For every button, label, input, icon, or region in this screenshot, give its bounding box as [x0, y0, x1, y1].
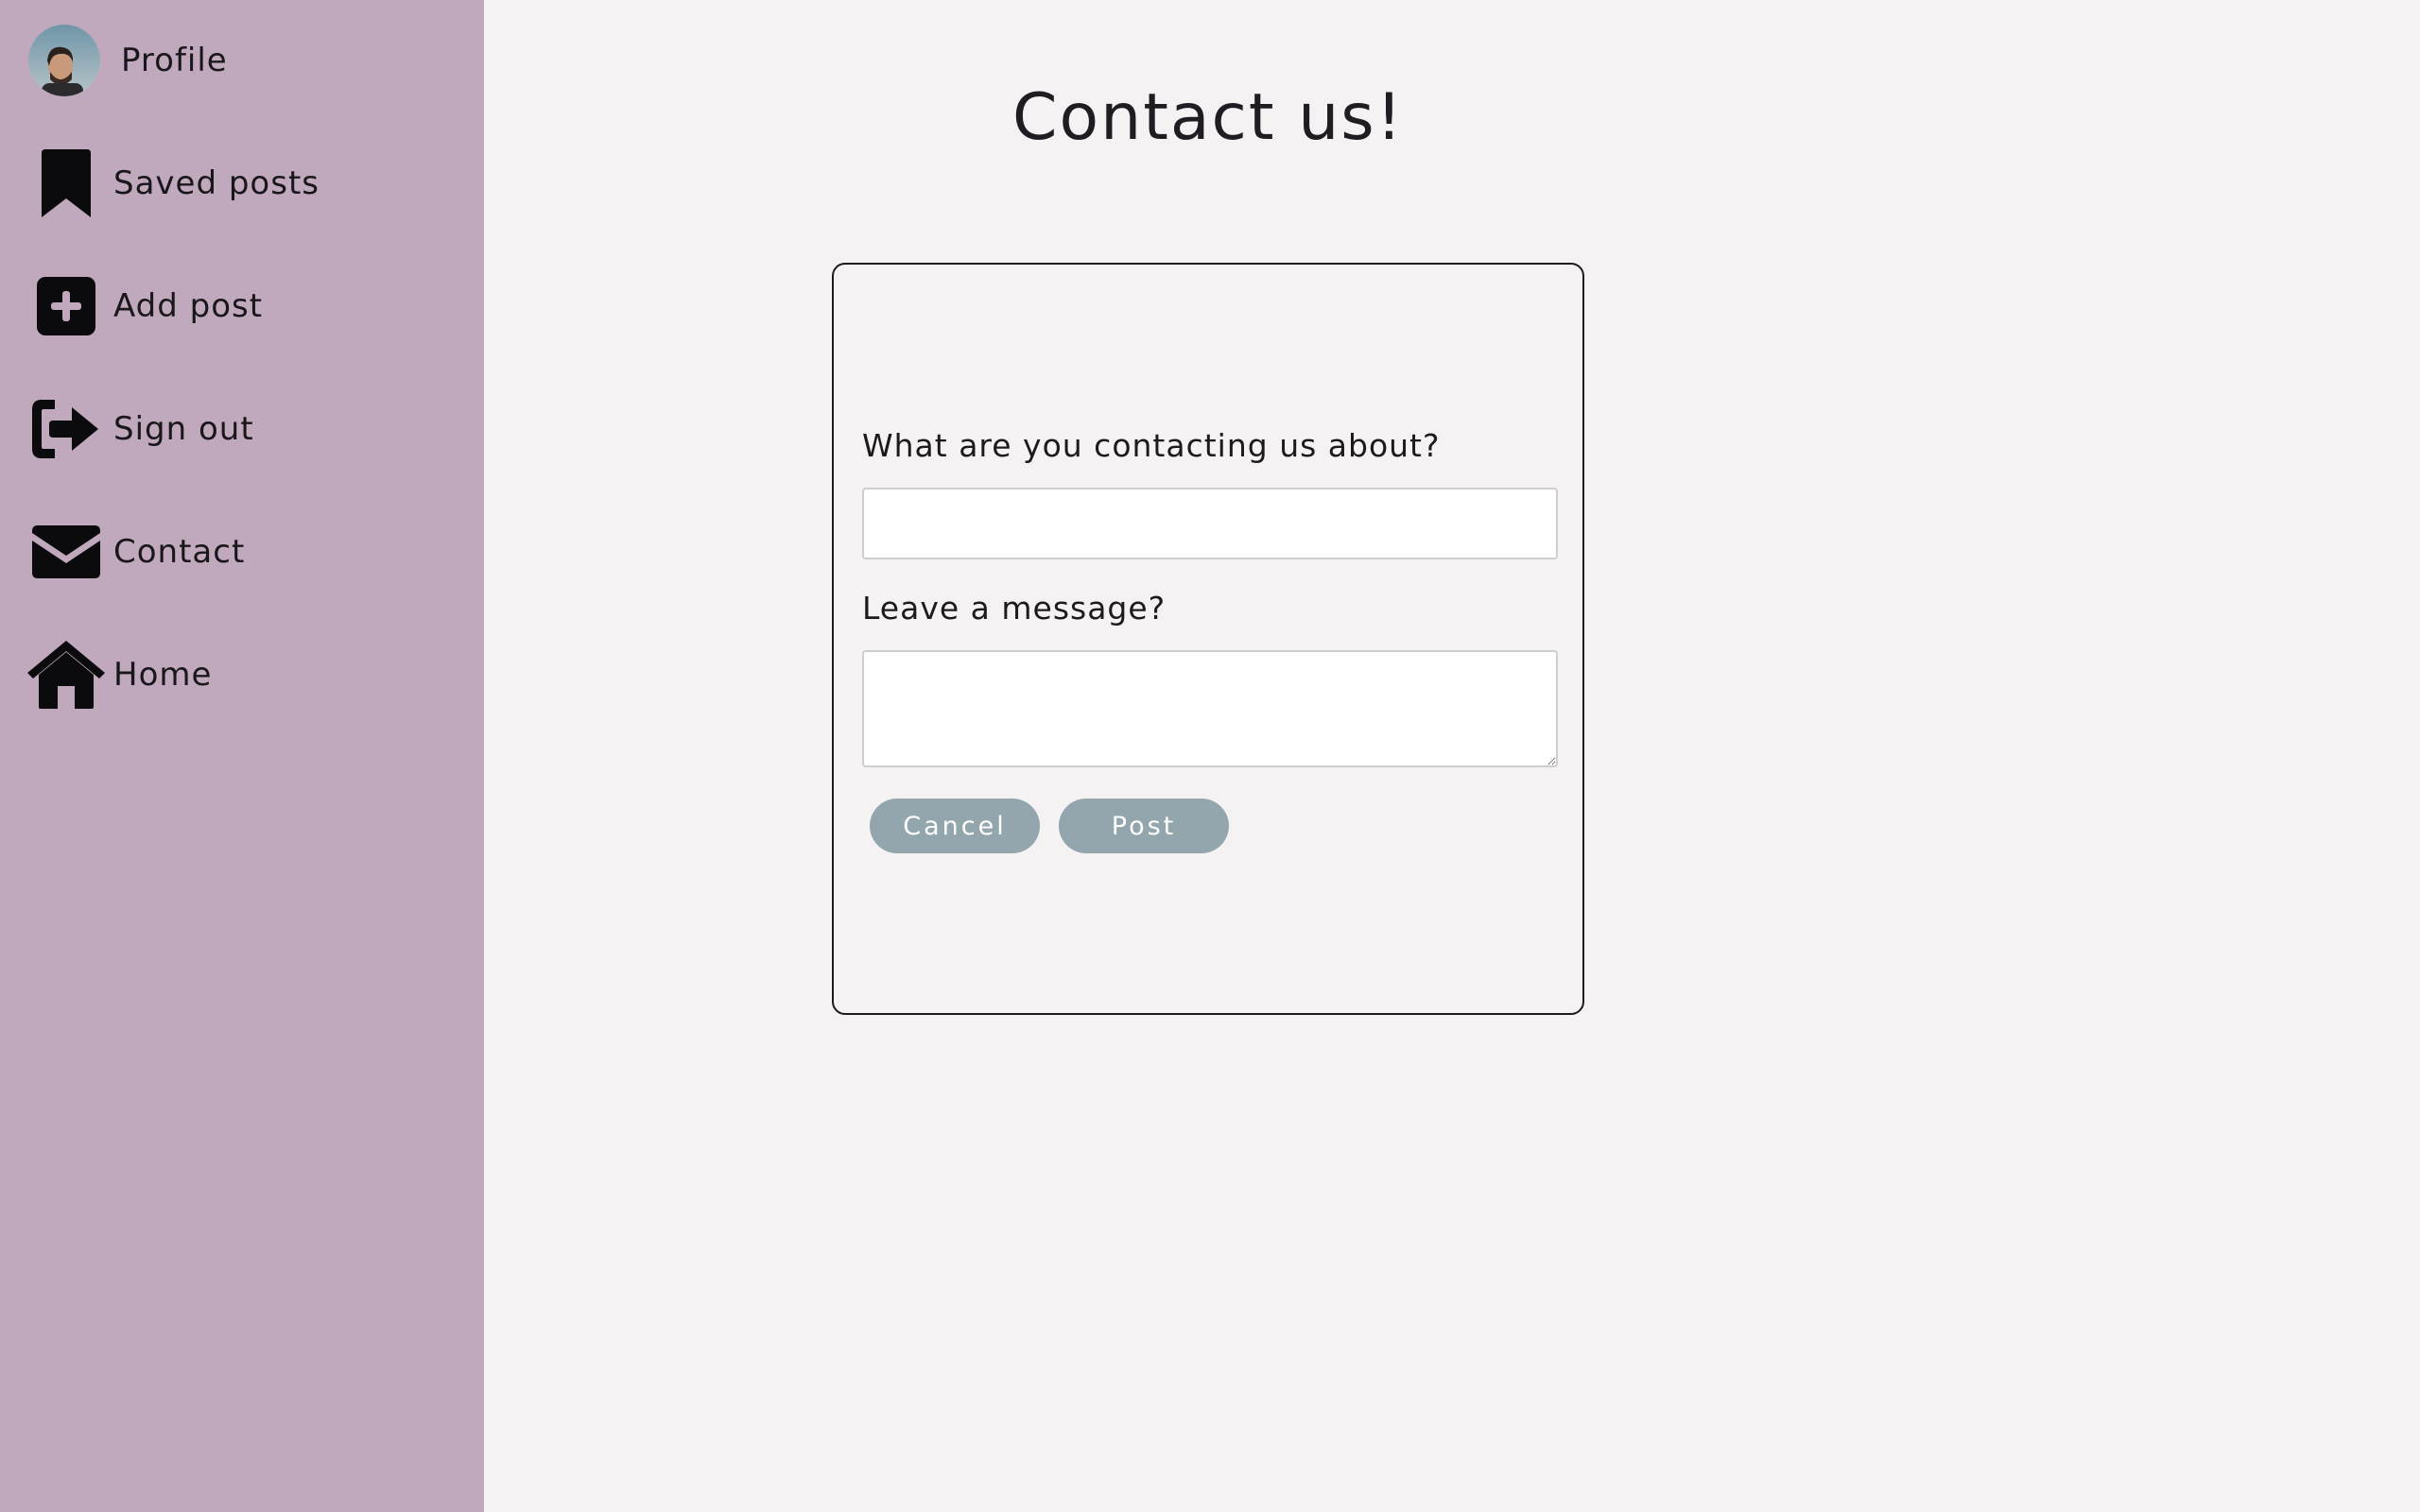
sidebar-item-label: Sign out — [113, 410, 254, 448]
sign-out-icon — [26, 389, 106, 469]
message-textarea[interactable] — [862, 650, 1558, 767]
sidebar-item-saved-posts[interactable]: Saved posts — [26, 141, 320, 226]
sidebar-item-home[interactable]: Home — [26, 632, 212, 717]
post-button[interactable]: Post — [1059, 799, 1229, 853]
sidebar-item-label: Add post — [113, 287, 264, 325]
message-label: Leave a message? — [862, 590, 1167, 627]
sidebar-item-label: Saved posts — [113, 164, 320, 202]
subject-input[interactable] — [862, 488, 1558, 559]
sidebar-item-label: Contact — [113, 533, 246, 571]
contact-form: What are you contacting us about? Leave … — [832, 263, 1584, 1015]
sidebar-item-add-post[interactable]: Add post — [26, 264, 263, 349]
sidebar-item-profile[interactable]: Profile — [26, 18, 228, 103]
cancel-button[interactable]: Cancel — [870, 799, 1040, 853]
sidebar-item-label: Home — [113, 656, 213, 694]
sidebar-item-label: Profile — [121, 42, 228, 79]
subject-label: What are you contacting us about? — [862, 427, 1441, 464]
page-title: Contact us! — [1012, 80, 1404, 155]
sidebar: Profile Saved posts Add post Sign out Co… — [0, 0, 484, 1512]
plus-square-icon — [26, 266, 106, 346]
bookmark-icon — [26, 144, 106, 223]
sidebar-item-contact[interactable]: Contact — [26, 509, 245, 594]
home-icon — [26, 635, 106, 714]
main-content: Contact us! What are you contacting us a… — [484, 0, 2420, 1512]
sidebar-item-sign-out[interactable]: Sign out — [26, 387, 254, 472]
avatar-image — [28, 25, 100, 96]
envelope-icon — [26, 512, 106, 592]
avatar[interactable] — [26, 21, 102, 100]
